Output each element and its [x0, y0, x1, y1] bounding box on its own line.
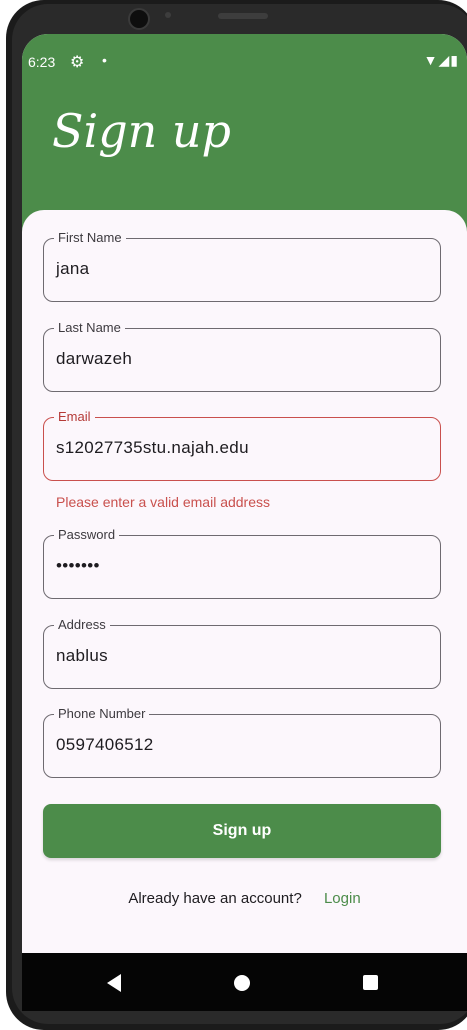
back-button[interactable] — [94, 953, 134, 1011]
phone-number-field[interactable]: Phone Number 0597406512 — [43, 706, 441, 778]
recent-apps-button[interactable] — [350, 953, 390, 1011]
settings-gear-icon: ⚙ — [70, 54, 85, 71]
last-name-field[interactable]: Last Name darwazeh — [43, 320, 441, 392]
password-field[interactable]: Password ••••••• — [43, 527, 441, 599]
email-value: s12027735stu.najah.edu — [56, 438, 249, 457]
earpiece-speaker — [218, 13, 268, 19]
address-label: Address — [54, 617, 110, 632]
notification-dot-icon: • — [102, 52, 107, 68]
address-field[interactable]: Address nablus — [43, 617, 441, 689]
first-name-label: First Name — [54, 230, 126, 245]
app-screen: 6:23 ⚙ • ▼◢▮ Sign up First Name jana Las… — [22, 34, 467, 1004]
recent-apps-icon — [362, 975, 378, 991]
sensor-dot — [165, 12, 171, 18]
status-bar: 6:23 ⚙ • ▼◢▮ — [22, 52, 467, 76]
signal-icon: ◢ — [438, 52, 451, 68]
phone-number-value: 0597406512 — [56, 735, 154, 754]
phone-number-label: Phone Number — [54, 706, 150, 721]
last-name-value: darwazeh — [56, 349, 133, 368]
back-icon — [107, 973, 121, 992]
wifi-icon: ▼ — [423, 52, 439, 68]
login-prompt: Already have an account? Login — [22, 890, 467, 907]
password-value: ••••••• — [56, 556, 100, 575]
page-title: Sign up — [52, 104, 231, 158]
system-nav-bar — [22, 953, 467, 1011]
address-value: nablus — [56, 646, 108, 665]
first-name-value: jana — [56, 259, 90, 278]
last-name-label: Last Name — [54, 320, 125, 335]
status-time: 6:23 — [28, 54, 56, 70]
first-name-field[interactable]: First Name jana — [43, 230, 441, 302]
home-button[interactable] — [222, 953, 262, 1011]
email-error-message: Please enter a valid email address — [56, 494, 271, 510]
signup-form: First Name jana Last Name darwazeh Email… — [22, 210, 467, 1004]
email-label: Email — [54, 409, 95, 424]
login-link[interactable]: Login — [324, 890, 361, 907]
signup-button[interactable]: Sign up — [43, 804, 441, 858]
email-field[interactable]: Email s12027735stu.najah.edu — [43, 409, 441, 481]
battery-icon: ▮ — [450, 52, 459, 68]
status-right-icons: ▼◢▮ — [424, 52, 459, 69]
home-icon — [234, 974, 250, 991]
login-prompt-text: Already have an account? — [128, 890, 302, 907]
front-camera — [128, 8, 150, 30]
password-label: Password — [54, 527, 120, 542]
